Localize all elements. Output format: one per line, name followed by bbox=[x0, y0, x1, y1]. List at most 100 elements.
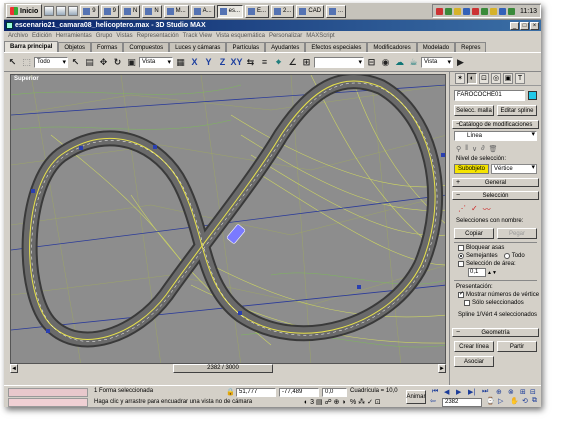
geometry-rollout[interactable]: Geometría bbox=[452, 328, 539, 337]
spinner-arrows-icon[interactable]: ▲▼ bbox=[487, 270, 497, 276]
close-button[interactable]: × bbox=[530, 21, 539, 30]
track-view-icon[interactable]: ⊟ bbox=[365, 55, 378, 69]
menu-trackview[interactable]: Track View bbox=[183, 33, 212, 39]
time-slider-left-arrow[interactable]: ◄ bbox=[10, 364, 18, 373]
zoom-all-icon[interactable]: ⊗ bbox=[508, 388, 514, 396]
tray-printer-icon[interactable] bbox=[490, 7, 497, 15]
schematic-icon[interactable]: ⊞ bbox=[300, 55, 313, 69]
general-rollout[interactable]: General bbox=[452, 178, 539, 187]
taskbar-task-3dsmax[interactable]: es... bbox=[216, 4, 244, 18]
arc-rotate-icon[interactable]: ⟲ bbox=[522, 397, 528, 405]
prev-frame-icon[interactable]: ◀ bbox=[444, 388, 449, 396]
reference-coord-select[interactable]: Vista bbox=[139, 56, 173, 68]
menu-representacion[interactable]: Representación bbox=[137, 33, 179, 39]
show-end-result-icon[interactable]: ∨ bbox=[472, 145, 477, 153]
menu-maxscript[interactable]: MAXScript bbox=[306, 33, 334, 39]
key-mode-icon[interactable]: ⇦ bbox=[430, 397, 436, 405]
modifier-stack-select[interactable]: Línea bbox=[454, 131, 537, 141]
snap-toggles-2[interactable]: % ⁂ ✓ ⊡ bbox=[350, 398, 381, 406]
selection-filter-select[interactable]: Todo bbox=[34, 56, 68, 68]
animate-button[interactable]: Animar bbox=[406, 390, 426, 404]
show-vertex-numbers-checkbox[interactable] bbox=[458, 290, 464, 298]
select-mesh-button[interactable]: Selecc. malla bbox=[454, 105, 494, 116]
copy-button[interactable]: Copiar bbox=[454, 228, 494, 239]
area-spinner[interactable]: 0,1 ▲▼ bbox=[468, 268, 537, 277]
modify-tab-icon[interactable]: ◐ bbox=[467, 73, 477, 84]
tab-efectos-especiales[interactable]: Efectos especiales bbox=[305, 42, 368, 52]
named-selection-set-select[interactable] bbox=[314, 56, 364, 68]
current-frame-field[interactable]: 2382 bbox=[442, 398, 482, 407]
active-inactive-icon[interactable]: ‖ bbox=[465, 145, 468, 153]
taskbar-task-4[interactable]: N bbox=[142, 4, 162, 18]
area-value[interactable]: 0,1 bbox=[468, 268, 486, 277]
taskbar-task-2[interactable]: 9 bbox=[100, 4, 119, 18]
utilities-tab-icon[interactable]: T bbox=[515, 73, 525, 84]
menu-herramientas[interactable]: Herramientas bbox=[56, 33, 92, 39]
attach-button[interactable]: Asociar bbox=[454, 356, 494, 367]
display-tab-icon[interactable]: ▣ bbox=[503, 73, 513, 84]
segment-mode-icon[interactable]: ✓ bbox=[471, 204, 478, 215]
edit-spline-button[interactable]: Editar spline bbox=[497, 105, 537, 116]
region-select-icon[interactable]: ⬚ bbox=[20, 55, 33, 69]
area-selection-row[interactable]: Selección de área: bbox=[458, 261, 537, 267]
time-slider-thumb[interactable]: 2382 / 3000 bbox=[173, 364, 273, 373]
time-config-icon[interactable]: ⌚ bbox=[486, 397, 495, 405]
lock-handles-row[interactable]: Bloquear asas bbox=[458, 245, 537, 251]
pin-stack-icon[interactable]: ⚲ bbox=[456, 145, 461, 153]
modifier-catalog-rollout[interactable]: Catálogo de modificaciones bbox=[452, 120, 539, 129]
menu-vistas[interactable]: Vistas bbox=[116, 33, 132, 39]
spline-mode-icon[interactable]: 〰 bbox=[483, 204, 491, 215]
motion-tab-icon[interactable]: ◎ bbox=[491, 73, 501, 84]
tray-volume-icon[interactable] bbox=[463, 7, 470, 15]
taskbar-task-6[interactable]: A... bbox=[190, 4, 215, 18]
tray-display-icon[interactable] bbox=[499, 7, 506, 15]
next-frame-icon[interactable]: ▶| bbox=[468, 388, 475, 396]
snap-toggles[interactable]: ◐ 3 ▤ ☍ ⊕ ◑ bbox=[304, 398, 346, 406]
angle-snap-icon[interactable]: ∠ bbox=[286, 55, 299, 69]
tray-messenger-icon[interactable] bbox=[454, 7, 461, 15]
menu-grupo[interactable]: Grupo bbox=[96, 33, 113, 39]
snap-icon[interactable]: ⌖ bbox=[272, 55, 285, 69]
menu-archivo[interactable]: Archivo bbox=[8, 33, 28, 39]
scale-icon[interactable]: ▣ bbox=[125, 55, 138, 69]
axis-x-button[interactable]: X bbox=[188, 55, 201, 69]
only-selected-checkbox[interactable] bbox=[464, 300, 470, 306]
pan-icon[interactable]: ✋ bbox=[510, 397, 519, 405]
select-arrow-icon[interactable]: ↖ bbox=[6, 55, 19, 69]
create-line-button[interactable]: Crear línea bbox=[454, 341, 494, 352]
tab-ayudantes[interactable]: Ayudantes bbox=[265, 42, 306, 52]
tab-luces-camaras[interactable]: Luces y cámaras bbox=[169, 42, 227, 52]
goto-end-icon[interactable]: ⏭ bbox=[482, 388, 488, 396]
play-icon[interactable]: ▶ bbox=[456, 388, 461, 396]
start-button[interactable]: Inicio bbox=[6, 4, 43, 18]
remove-modifier-icon[interactable]: 🗑 bbox=[489, 145, 498, 153]
render-type-select[interactable]: Vista bbox=[421, 56, 453, 68]
coord-y-field[interactable]: -77,489 bbox=[279, 388, 319, 397]
similar-radio[interactable] bbox=[458, 253, 464, 259]
field-of-view-icon[interactable]: ▷ bbox=[498, 397, 503, 405]
axis-z-button[interactable]: Z bbox=[216, 55, 229, 69]
break-button[interactable]: Partir bbox=[497, 341, 537, 352]
show-vertex-numbers-row[interactable]: Mostrar números de vértice bbox=[458, 290, 539, 298]
tab-formas[interactable]: Formas bbox=[91, 42, 124, 52]
quicklaunch-desktop-icon[interactable] bbox=[44, 6, 55, 16]
menu-edicion[interactable]: Edición bbox=[32, 33, 52, 39]
viewport-label[interactable]: Superior bbox=[14, 76, 39, 82]
rotate-icon[interactable]: ↻ bbox=[111, 55, 124, 69]
make-unique-icon[interactable]: ∂ bbox=[481, 145, 484, 153]
zoom-icon[interactable]: ⊕ bbox=[496, 388, 502, 396]
material-editor-icon[interactable]: ◉ bbox=[379, 55, 392, 69]
time-slider-right-arrow[interactable]: ► bbox=[438, 364, 446, 373]
hierarchy-tab-icon[interactable]: ⊡ bbox=[479, 73, 489, 84]
time-slider[interactable]: ◄ 2382 / 3000 ► bbox=[10, 364, 446, 373]
render-last-icon[interactable]: ▶ bbox=[454, 55, 467, 69]
object-name-field[interactable]: FAROCOCHE01 bbox=[454, 90, 525, 101]
area-selection-checkbox[interactable] bbox=[458, 261, 464, 267]
align-icon[interactable]: ≡ bbox=[258, 55, 271, 69]
tab-objetos[interactable]: Objetos bbox=[58, 42, 92, 52]
goto-start-icon[interactable]: ⏮ bbox=[432, 388, 438, 396]
taskbar-task-1[interactable]: 9 bbox=[80, 4, 99, 18]
taskbar-task-9[interactable]: 2... bbox=[271, 4, 295, 18]
tab-representacion[interactable]: Repres bbox=[455, 42, 487, 52]
zoom-extents-icon[interactable]: ⊞ bbox=[520, 388, 526, 396]
